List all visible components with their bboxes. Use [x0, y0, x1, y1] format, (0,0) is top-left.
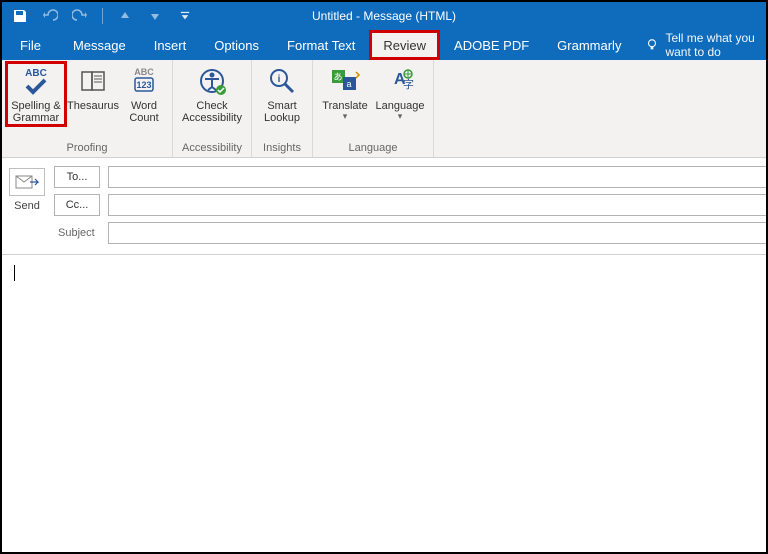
next-item-icon[interactable] — [147, 8, 163, 24]
group-proofing-label: Proofing — [8, 141, 166, 155]
tab-adobe-pdf[interactable]: ADOBE PDF — [440, 30, 543, 60]
translate-icon: あ a — [328, 64, 362, 98]
customize-qat-icon[interactable] — [177, 8, 193, 24]
language-button[interactable]: A 字 Language ▾ — [373, 64, 427, 122]
window-title: Untitled - Message (HTML) — [312, 2, 456, 30]
svg-text:字: 字 — [403, 77, 414, 91]
tab-format-text[interactable]: Format Text — [273, 30, 369, 60]
thesaurus-label: Thesaurus — [67, 100, 119, 112]
chevron-down-icon: ▾ — [398, 111, 403, 122]
to-button[interactable]: To... — [54, 166, 100, 188]
spelling-grammar-icon: ABC — [19, 64, 53, 98]
svg-text:i: i — [278, 74, 281, 85]
to-input[interactable] — [108, 166, 766, 188]
previous-item-icon[interactable] — [117, 8, 133, 24]
group-proofing: ABC Spelling & Grammar — [2, 60, 173, 157]
message-body[interactable] — [2, 255, 766, 552]
group-accessibility-label: Accessibility — [179, 141, 245, 155]
quick-access-toolbar — [2, 8, 193, 24]
tab-file[interactable]: File — [6, 30, 59, 60]
subject-row: Subject — [54, 222, 766, 244]
smart-lookup-label: Smart Lookup — [264, 100, 300, 124]
svg-text:a: a — [346, 79, 351, 89]
group-accessibility: Check Accessibility Accessibility — [173, 60, 252, 157]
tab-message[interactable]: Message — [59, 30, 140, 60]
check-accessibility-label: Check Accessibility — [182, 100, 242, 124]
svg-text:あ: あ — [333, 72, 342, 82]
spelling-grammar-label: Spelling & Grammar — [11, 100, 61, 124]
word-count-icon: ABC 123 — [127, 64, 161, 98]
title-bar: Untitled - Message (HTML) — [2, 2, 766, 30]
to-row: To... — [54, 166, 766, 188]
translate-button[interactable]: あ a Translate ▾ — [319, 64, 371, 122]
ribbon-tabs: File Message Insert Options Format Text … — [2, 30, 766, 60]
word-count-button[interactable]: ABC 123 Word Count — [122, 64, 166, 124]
smart-lookup-button[interactable]: i Smart Lookup — [258, 64, 306, 124]
send-label: Send — [14, 200, 40, 212]
group-insights-label: Insights — [258, 141, 306, 155]
chevron-down-icon: ▾ — [343, 111, 348, 122]
tell-me-search[interactable]: Tell me what you want to do — [635, 30, 766, 60]
send-icon — [9, 168, 45, 196]
svg-text:123: 123 — [136, 80, 151, 90]
thesaurus-icon — [76, 64, 110, 98]
subject-label: Subject — [54, 227, 100, 239]
tab-insert[interactable]: Insert — [140, 30, 201, 60]
lightbulb-icon — [645, 38, 659, 52]
smart-lookup-icon: i — [265, 64, 299, 98]
tab-options[interactable]: Options — [200, 30, 273, 60]
text-cursor — [14, 265, 15, 281]
tab-grammarly[interactable]: Grammarly — [543, 30, 635, 60]
cc-row: Cc... — [54, 194, 766, 216]
svg-text:ABC: ABC — [25, 68, 47, 79]
compose-area: Send To... Cc... Subject — [2, 158, 766, 552]
ribbon: ABC Spelling & Grammar — [2, 60, 766, 158]
save-icon[interactable] — [12, 8, 28, 24]
thesaurus-button[interactable]: Thesaurus — [66, 64, 120, 112]
check-accessibility-button[interactable]: Check Accessibility — [179, 64, 245, 124]
outlook-message-window: Untitled - Message (HTML) File Message I… — [0, 0, 768, 554]
subject-input[interactable] — [108, 222, 766, 244]
check-accessibility-icon — [195, 64, 229, 98]
group-language: あ a Translate ▾ A 字 — [313, 60, 434, 157]
svg-text:ABC: ABC — [134, 67, 154, 77]
undo-icon[interactable] — [42, 8, 58, 24]
message-header: Send To... Cc... Subject — [2, 158, 766, 248]
redo-icon[interactable] — [72, 8, 88, 24]
group-insights: i Smart Lookup Insights — [252, 60, 313, 157]
tell-me-label: Tell me what you want to do — [665, 31, 756, 59]
cc-button[interactable]: Cc... — [54, 194, 100, 216]
spelling-grammar-button[interactable]: ABC Spelling & Grammar — [8, 64, 64, 124]
word-count-label: Word Count — [129, 100, 158, 124]
language-icon: A 字 — [383, 64, 417, 98]
cc-input[interactable] — [108, 194, 766, 216]
send-button[interactable]: Send — [8, 166, 46, 244]
tab-review[interactable]: Review — [369, 30, 440, 60]
group-language-label: Language — [319, 141, 427, 155]
qat-separator — [102, 8, 103, 24]
